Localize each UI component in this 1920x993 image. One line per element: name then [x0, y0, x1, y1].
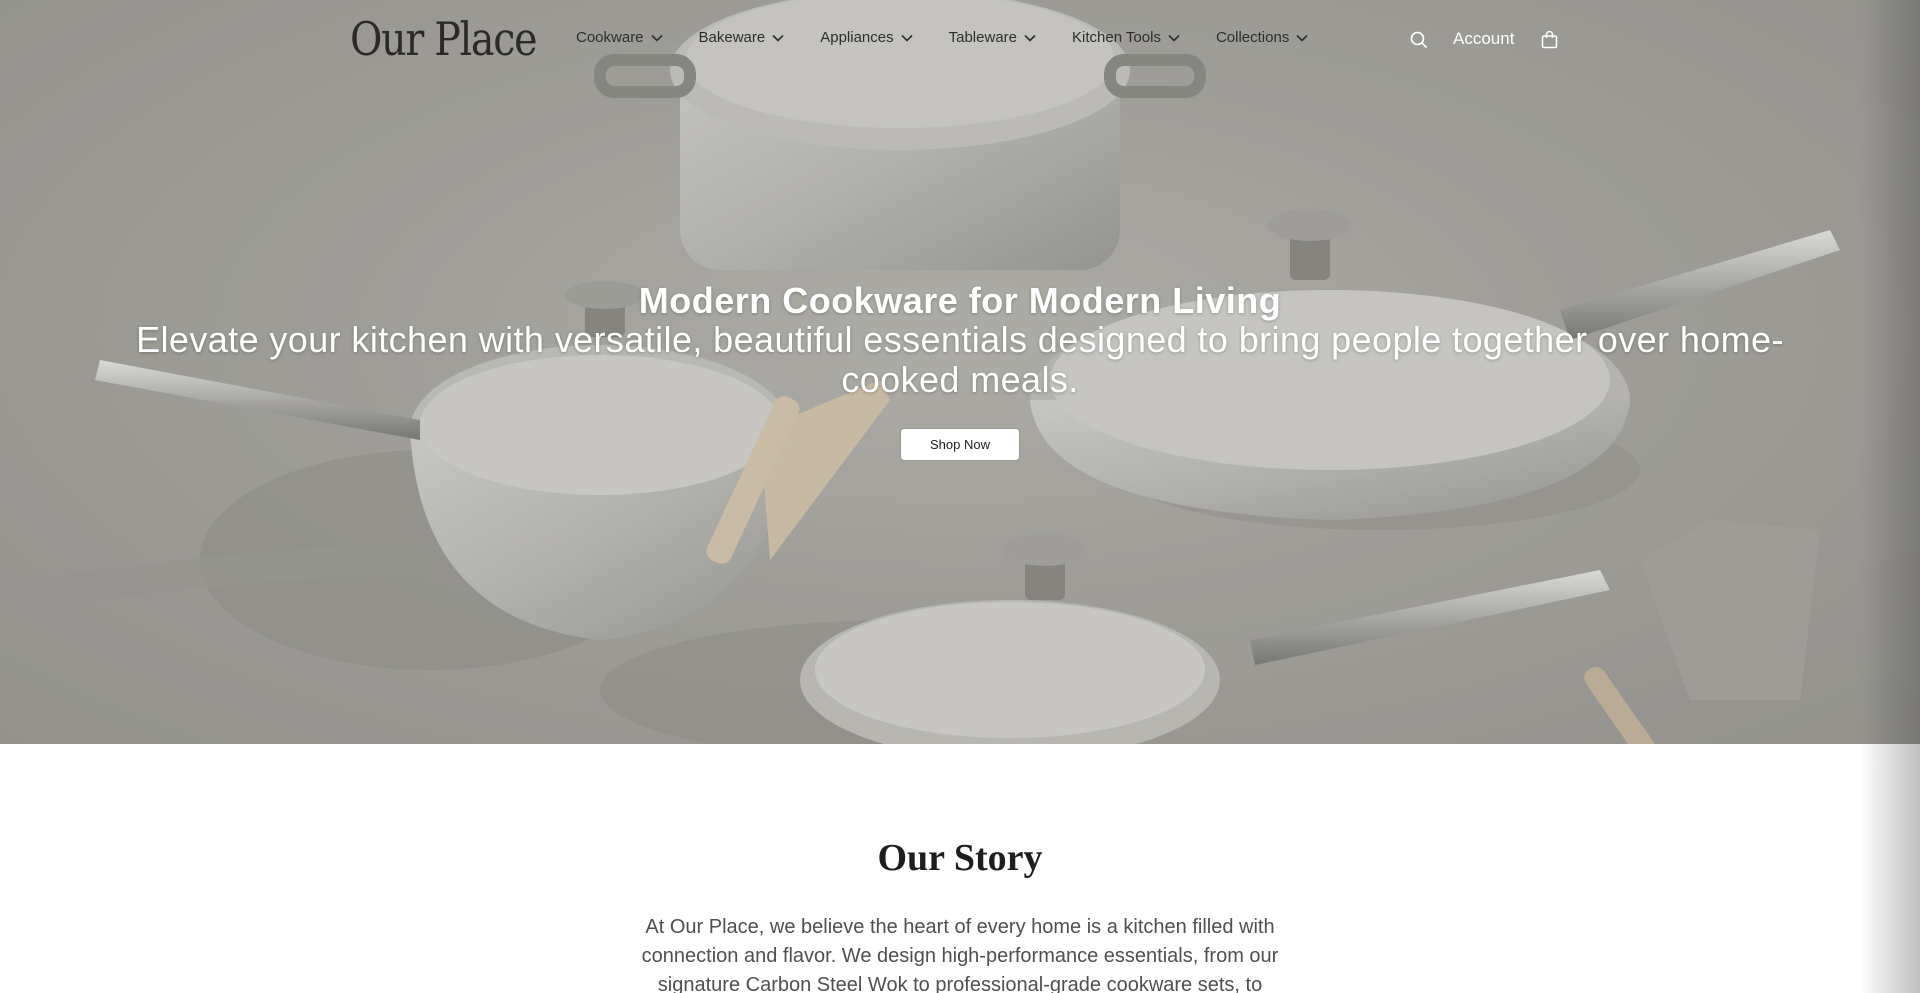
chevron-down-icon — [772, 34, 784, 42]
hero-title: Modern Cookware for Modern Living — [638, 280, 1282, 321]
nav-item-appliances[interactable]: Appliances — [820, 29, 913, 46]
site-header: Our Place Cookware Bakeware Appliances T… — [0, 0, 1920, 80]
nav-item-label: Tableware — [948, 29, 1017, 46]
shopping-bag-icon[interactable] — [1541, 30, 1558, 49]
chevron-down-icon — [1168, 34, 1180, 42]
nav-item-kitchen-tools[interactable]: Kitchen Tools — [1072, 29, 1180, 46]
nav-item-label: Cookware — [576, 29, 644, 46]
nav-item-bakeware[interactable]: Bakeware — [699, 29, 785, 46]
nav-item-collections[interactable]: Collections — [1216, 29, 1308, 46]
shop-now-button[interactable]: Shop Now — [900, 428, 1020, 461]
story-heading: Our Story — [877, 837, 1043, 879]
story-body: At Our Place, we believe the heart of ev… — [641, 916, 1279, 993]
hero-subtitle: Elevate your kitchen with versatile, bea… — [136, 319, 1784, 400]
brand-logo[interactable]: Our Place — [350, 12, 538, 66]
nav-item-cookware[interactable]: Cookware — [576, 29, 663, 46]
hero-section: Modern Cookware for Modern Living Elevat… — [0, 0, 1920, 744]
nav-item-label: Kitchen Tools — [1072, 29, 1161, 46]
account-link[interactable]: Account — [1453, 29, 1514, 49]
search-icon[interactable] — [1410, 31, 1428, 49]
nav-item-label: Appliances — [820, 29, 894, 46]
nav-item-label: Bakeware — [698, 29, 766, 46]
chevron-down-icon — [1024, 34, 1036, 42]
chevron-down-icon — [901, 34, 913, 42]
main-nav: Cookware Bakeware Appliances Tableware K… — [576, 29, 1308, 46]
nav-item-tableware[interactable]: Tableware — [949, 29, 1036, 46]
nav-item-label: Collections — [1215, 29, 1290, 46]
chevron-down-icon — [1296, 34, 1308, 42]
chevron-down-icon — [650, 34, 663, 42]
